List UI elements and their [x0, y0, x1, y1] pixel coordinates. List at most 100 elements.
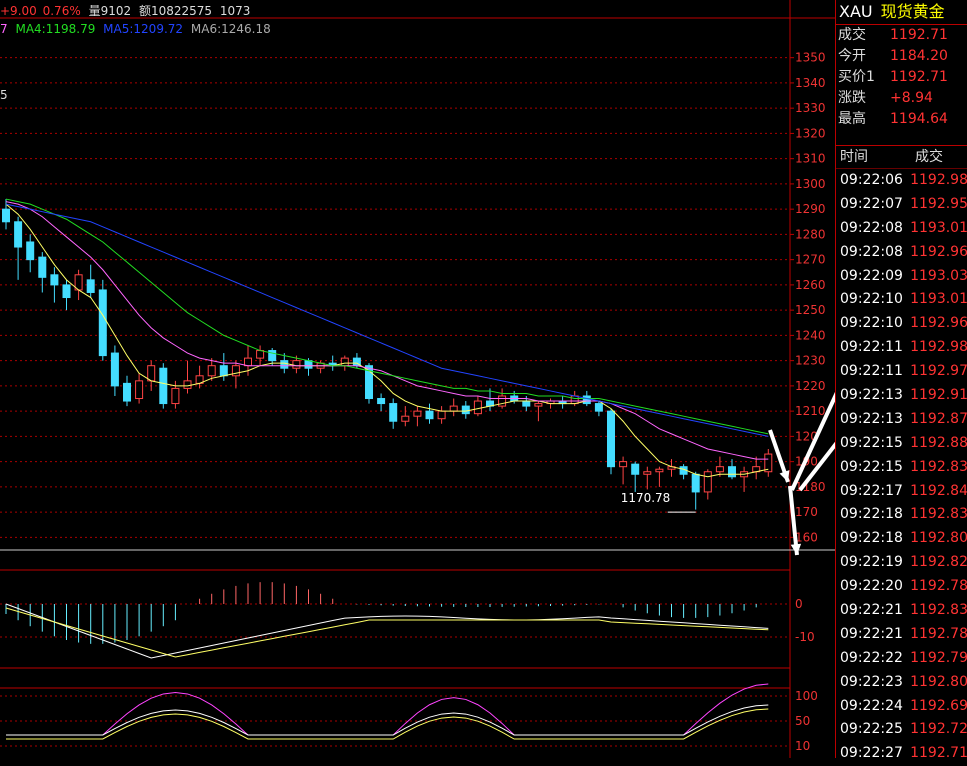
tick-time: 09:22:11	[840, 339, 903, 356]
tick-row: 09:22:25 1192.72	[836, 718, 967, 742]
tick-price: 1192.96	[910, 315, 967, 332]
quote-value: 1192.71	[890, 69, 948, 85]
price-change: +9.00	[0, 4, 37, 18]
price-tick-label: 1240	[795, 328, 826, 342]
tick-time: 09:22:10	[840, 291, 903, 308]
candle-body	[764, 453, 773, 473]
candle-body	[159, 367, 168, 405]
tick-price: 1192.80	[910, 673, 967, 690]
tick-header-price: 成交	[915, 149, 943, 165]
tick-time: 09:22:07	[840, 195, 903, 212]
amount-value: 10822575	[150, 4, 213, 18]
candle-body	[292, 360, 301, 369]
tick-row: 09:22:15 1192.88	[836, 432, 967, 456]
candle-body	[219, 365, 228, 377]
candle-body	[98, 289, 107, 357]
price-tick-label: 1220	[795, 379, 826, 393]
candle-body	[413, 410, 422, 417]
price-tick-label: 1300	[795, 177, 826, 191]
tick-time: 09:22:18	[840, 506, 903, 523]
ma5-label: MA5:1209.72	[103, 22, 184, 36]
candle-body	[534, 403, 543, 407]
kdj-axis-label: 10	[795, 739, 810, 753]
tick-price: 1193.01	[910, 219, 967, 236]
symbol-name: 现货黄金	[880, 2, 945, 21]
price-change-pct: 0.76%	[42, 4, 81, 18]
macd-dea-line	[5, 607, 769, 658]
quote-row: 涨跌 +8.94	[836, 88, 967, 109]
price-tick-label: 170	[795, 505, 818, 519]
candle-body	[62, 284, 71, 299]
tick-time: 09:22:25	[840, 721, 903, 738]
quote-value: +8.94	[890, 90, 933, 106]
ma-line	[5, 203, 769, 437]
candle-body	[2, 208, 10, 223]
tick-time: 09:22:15	[840, 434, 903, 451]
tick-time: 09:22:06	[840, 172, 903, 188]
tick-time: 09:22:09	[840, 267, 903, 284]
quote-key: 今开	[838, 48, 866, 64]
price-tick-label: 1280	[795, 227, 826, 241]
tick-price: 1192.82	[910, 554, 967, 571]
candle-body	[715, 466, 724, 473]
tick-row: 09:22:11 1192.97	[836, 360, 967, 384]
candle-body	[461, 405, 470, 415]
tick-time: 09:22:18	[840, 530, 903, 547]
tick-row: 09:22:07 1192.95	[836, 193, 967, 217]
symbol-code: XAU	[839, 2, 873, 21]
candle-body	[425, 410, 434, 420]
tick-price: 1192.72	[910, 721, 967, 738]
candle-body	[244, 357, 252, 367]
kdj-axis-label: 100	[795, 689, 818, 703]
candle-body	[256, 350, 265, 359]
price-tick-label: 1310	[795, 152, 826, 166]
tick-time: 09:22:17	[840, 482, 903, 499]
tick-row: 09:22:20 1192.78	[836, 575, 967, 599]
annotation-arrowhead	[779, 470, 790, 482]
tick-row: 09:22:13 1192.87	[836, 408, 967, 432]
tick-row: 09:22:23 1192.80	[836, 671, 967, 695]
tick-price: 1192.88	[910, 434, 967, 451]
tick-row: 09:22:27 1192.71	[836, 742, 967, 766]
tick-price: 1192.79	[910, 649, 967, 666]
ma-line	[5, 203, 769, 478]
tick-price: 1192.87	[910, 410, 967, 427]
candle-body	[473, 400, 482, 415]
candle-body	[377, 398, 386, 405]
tick-list[interactable]: 09:22:06 1192.98 09:22:07 1192.95 09:22:08 11…	[836, 169, 967, 766]
candle-body	[522, 400, 531, 407]
candle-body	[123, 382, 131, 402]
candle-body	[582, 395, 591, 405]
tick-row: 09:22:11 1192.98	[836, 336, 967, 360]
candle-body	[389, 403, 398, 422]
macd-axis-label: 0	[795, 597, 803, 611]
tick-row: 09:22:08 1193.01	[836, 217, 967, 241]
price-tick-label: 1250	[795, 303, 826, 317]
quote-sidebar: XAU 现货黄金 成交 1192.71 今开 1184.20 买价1 1192.71 涨…	[835, 0, 967, 761]
quote-key: 成交	[838, 27, 866, 43]
ma3-label: 7	[0, 22, 8, 36]
price-tick-label: 160	[795, 530, 818, 544]
candle-body	[38, 256, 47, 278]
quote-key: 买价1	[838, 69, 875, 85]
candle-body	[26, 241, 35, 261]
candle-body	[280, 360, 289, 369]
macd-dif-line	[5, 603, 769, 659]
kdj-j-line	[6, 683, 769, 736]
tick-time: 09:22:13	[840, 410, 903, 427]
tick-price: 1192.97	[910, 363, 967, 380]
quote-row: 成交 1192.71	[836, 25, 967, 46]
tick-row: 09:22:24 1192.69	[836, 695, 967, 719]
tick-price: 1192.80	[910, 530, 967, 547]
candle-body	[110, 352, 119, 387]
ma-line	[5, 201, 769, 460]
quote-value: 1194.64	[890, 111, 948, 127]
tick-row: 09:22:22 1192.79	[836, 647, 967, 671]
candle-body	[14, 221, 23, 248]
candle-body	[691, 473, 700, 493]
candle-body	[631, 463, 640, 475]
candle-body	[50, 274, 59, 286]
tick-row: 09:22:21 1192.83	[836, 599, 967, 623]
candle-body	[728, 466, 736, 478]
extra-value: 1073	[219, 4, 251, 18]
